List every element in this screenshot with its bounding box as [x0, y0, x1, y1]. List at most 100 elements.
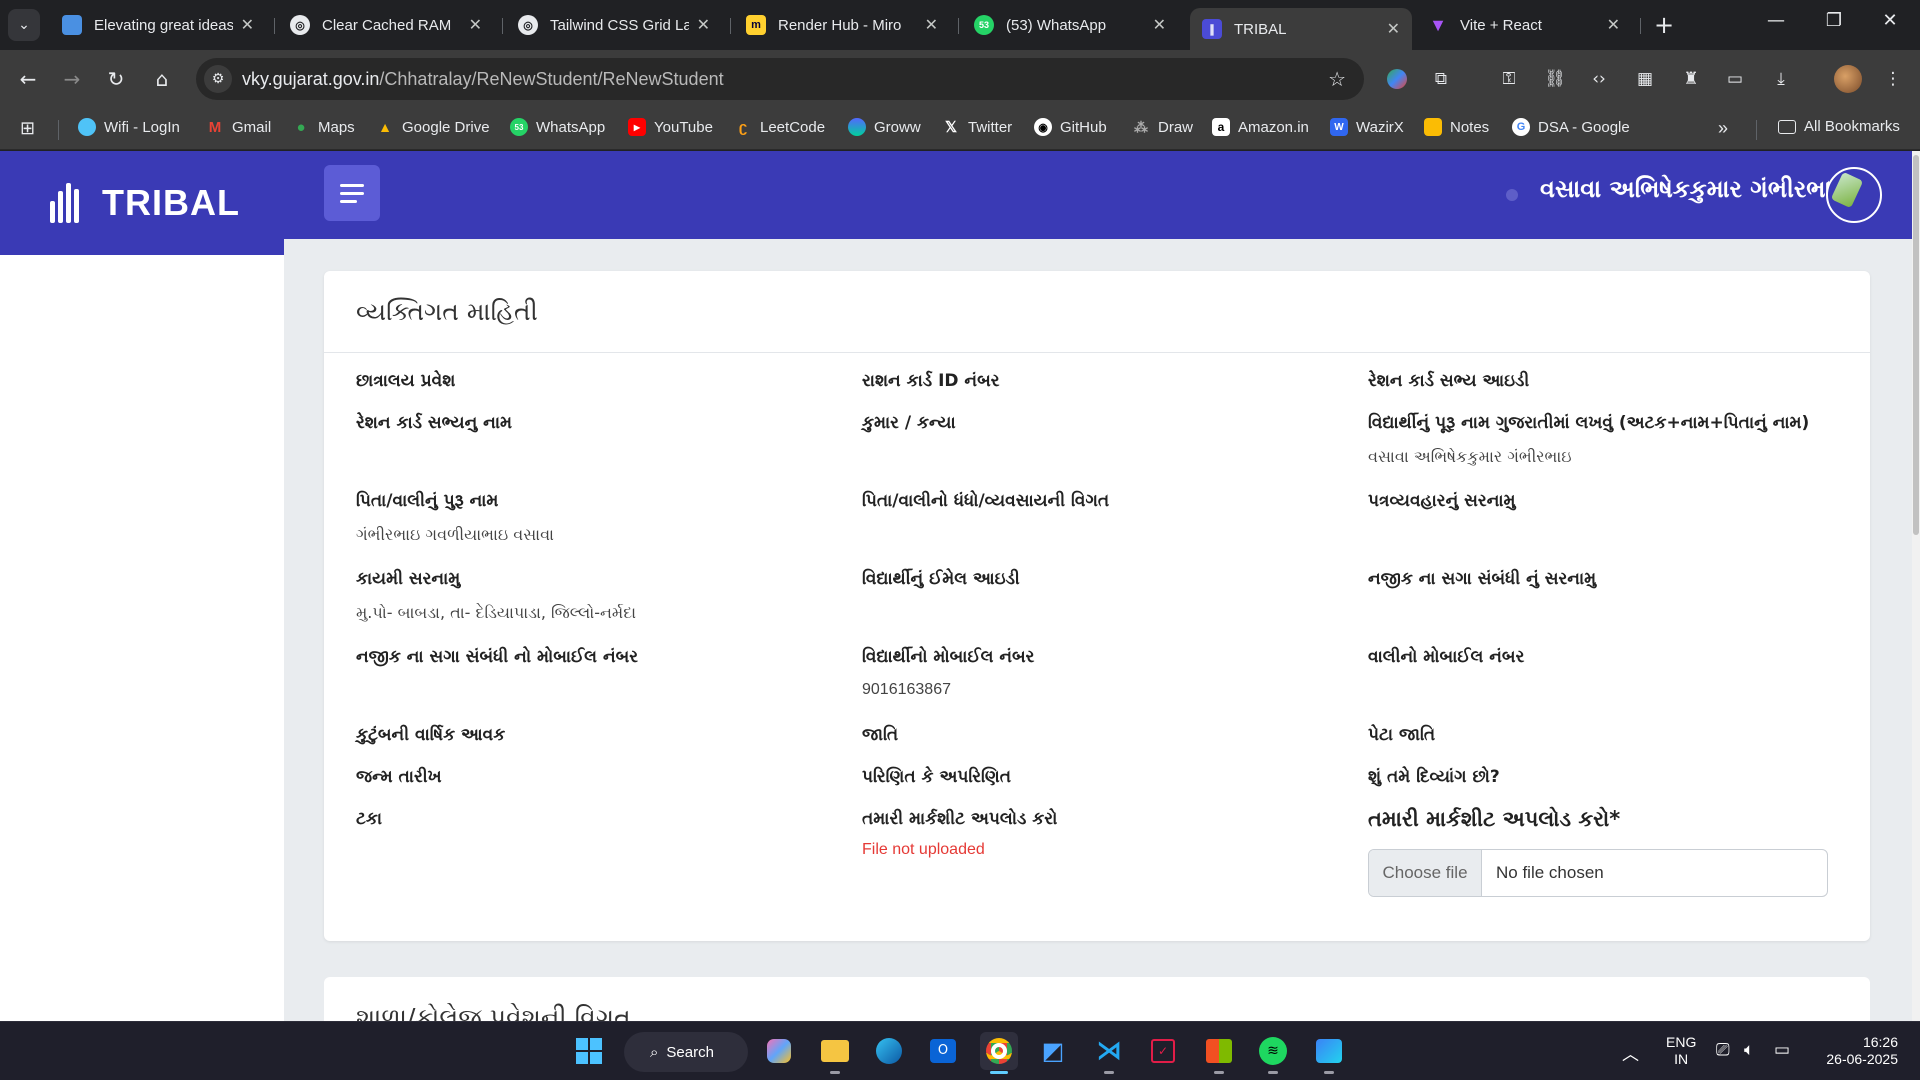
bookmark-divider [1756, 120, 1757, 140]
bookmark-twitter[interactable]: 𝕏 Twitter [942, 118, 1012, 137]
download-icon[interactable]: ⤓ [1768, 66, 1794, 92]
profile-avatar[interactable] [1834, 65, 1862, 93]
home-icon[interactable]: ⌂ [146, 63, 178, 95]
groww-icon [848, 118, 866, 136]
tab-vite-react[interactable]: ▼ Vite + React ✕ [1416, 8, 1632, 42]
tray-chevron-up-icon[interactable]: ︿ [1622, 1040, 1639, 1065]
bookmark-gmail[interactable]: M Gmail [206, 118, 271, 136]
qr-grid-icon[interactable]: ▦ [1632, 66, 1658, 92]
user-avatar[interactable] [1826, 167, 1882, 223]
address-bar[interactable]: ⚙ vky.gujarat.gov.in/Chhatralay/ReNewStu… [196, 58, 1364, 100]
choose-file-button[interactable]: Choose file [1369, 850, 1482, 896]
forward-arrow-icon[interactable]: → [56, 63, 88, 95]
brand-area[interactable]: TRIBAL [0, 151, 284, 255]
tab-clear-cached-ram[interactable]: ◎ Clear Cached RAM ✕ [278, 8, 494, 42]
cloud-icon [78, 118, 96, 136]
tab-render-hub-miro[interactable]: m Render Hub - Miro ✕ [734, 8, 950, 42]
page-scrollbar[interactable] [1912, 151, 1920, 1021]
restore-icon[interactable]: ❐ [1814, 10, 1854, 31]
card-payment-icon[interactable]: ▭ [1722, 66, 1748, 92]
field-value: ગંભીરભાઇ ગવળીયાભાઇ વસાવા [356, 525, 554, 544]
bookmark-wifi-login[interactable]: Wifi - LogIn [78, 118, 180, 136]
tab-divider [274, 18, 275, 34]
all-bookmarks[interactable]: All Bookmarks [1778, 118, 1900, 135]
framer-icon[interactable]: ◩ [1034, 1032, 1072, 1070]
edge-icon[interactable] [870, 1032, 908, 1070]
close-icon[interactable]: ✕ [925, 15, 938, 35]
code-icon[interactable]: ‹› [1586, 66, 1612, 92]
close-icon[interactable]: ✕ [697, 15, 710, 35]
user-name[interactable]: વસાવા અભિષેકકુમાર ગંભીરભાઇ [1540, 175, 1847, 203]
field-guardian-mobile: વાલીનો મોબાઈલ નંબર [1368, 647, 1524, 667]
bookmark-label: DSA - Google [1538, 118, 1630, 136]
bookmark-github[interactable]: ◉ GitHub [1034, 118, 1107, 136]
bookmark-youtube[interactable]: ▶ YouTube [628, 118, 713, 136]
close-icon[interactable]: ✕ [241, 15, 254, 35]
close-icon[interactable]: ✕ [1153, 15, 1166, 35]
x-twitter-icon: 𝕏 [944, 119, 958, 136]
bookmark-maps[interactable]: ● Maps [292, 118, 355, 136]
bookmark-groww[interactable]: Groww [848, 118, 921, 136]
tab-label: (53) WhatsApp [1006, 16, 1107, 34]
more-bookmarks-chevron-icon[interactable]: » [1718, 118, 1728, 139]
bookmark-draw[interactable]: ⁂ Draw [1132, 118, 1193, 136]
tab-elevating-great-ideas[interactable]: Elevating great ideas ✕ [50, 8, 266, 42]
extension-globe-icon[interactable] [1384, 66, 1410, 92]
tab-tribal[interactable]: ∥ TRIBAL ✕ [1190, 8, 1412, 50]
window-close-icon[interactable]: ✕ [1870, 10, 1910, 31]
bookmark-whatsapp[interactable]: 53 WhatsApp [510, 118, 605, 136]
bookmark-wazirx[interactable]: W WazirX [1330, 118, 1404, 136]
reload-icon[interactable]: ↻ [100, 63, 132, 95]
battery-icon[interactable]: ▭ [1774, 1040, 1790, 1060]
outlook-icon[interactable]: O [924, 1032, 962, 1070]
photos-icon[interactable] [1310, 1032, 1348, 1074]
password-key-icon[interactable]: ⚿ [1496, 66, 1522, 92]
back-arrow-icon[interactable]: ← [12, 63, 44, 95]
copilot-icon[interactable] [760, 1032, 798, 1070]
new-tab-plus-icon[interactable]: + [1650, 11, 1678, 39]
apps-grid-icon[interactable]: ⊞ [20, 118, 35, 139]
marksheet-file-input[interactable]: Choose file No file chosen [1368, 849, 1828, 897]
microsoft-store-icon[interactable] [1200, 1032, 1238, 1074]
file-explorer-icon[interactable] [816, 1032, 854, 1074]
tab-tailwind-css-grid[interactable]: ◎ Tailwind CSS Grid Lay ✕ [506, 8, 722, 42]
bookmark-notes[interactable]: Notes [1424, 118, 1489, 136]
chrome-icon[interactable] [980, 1032, 1018, 1074]
tab-search-chevron-icon[interactable]: ⌄ [8, 9, 40, 41]
network-icon[interactable]: ⎚ [1716, 1040, 1730, 1060]
more-menu-icon[interactable]: ⋮ [1880, 66, 1906, 92]
url-text[interactable]: vky.gujarat.gov.in/Chhatralay/ReNewStude… [242, 69, 724, 90]
spotify-icon[interactable]: ≋ [1254, 1032, 1292, 1074]
extensions-puzzle-icon[interactable]: ⧉ [1428, 66, 1454, 92]
bookmark-google-drive[interactable]: ▲ Google Drive [376, 118, 489, 136]
folder-icon [1778, 119, 1796, 134]
menu-toggle-button[interactable] [324, 165, 380, 221]
bookmark-dsa-google[interactable]: G DSA - Google [1512, 118, 1630, 136]
language-indicator[interactable]: ENG IN [1666, 1034, 1696, 1068]
close-icon[interactable]: ✕ [1387, 19, 1400, 39]
close-icon[interactable]: ✕ [469, 15, 482, 35]
incognito-icon[interactable]: ♜ [1678, 66, 1704, 92]
field-label: છાત્રાલય પ્રવેશ [356, 371, 456, 391]
close-icon[interactable]: ✕ [1607, 15, 1620, 35]
field-label: પિતા/વાલીનો ધંધો/વ્યવસાયની વિગત [862, 491, 1110, 511]
link-icon[interactable]: ⛓ [1542, 66, 1568, 92]
site-info-icon[interactable]: ⚙ [204, 65, 232, 93]
minimize-icon[interactable]: — [1756, 10, 1796, 31]
windows-start-icon[interactable] [570, 1032, 608, 1070]
taskbar-search[interactable]: ⌕ Search [624, 1032, 748, 1072]
vscode-icon[interactable]: ⋊ [1090, 1032, 1128, 1074]
volume-icon[interactable]: 🔈︎ [1744, 1040, 1754, 1060]
tab-whatsapp[interactable]: 53 (53) WhatsApp ✕ [962, 8, 1178, 42]
wazirx-icon: W [1330, 118, 1348, 136]
tab-label: Clear Cached RAM [322, 16, 452, 34]
bookmark-label: Maps [318, 118, 355, 136]
clock[interactable]: 16:26 26-06-2025 [1812, 1034, 1898, 1068]
scrollbar-thumb[interactable] [1913, 155, 1919, 535]
bookmark-amazon[interactable]: a Amazon.in [1212, 118, 1309, 136]
video-editor-icon[interactable]: ✓ [1144, 1032, 1182, 1070]
notes-icon [1424, 118, 1442, 136]
bookmark-leetcode[interactable]: ʗ LeetCode [734, 118, 825, 136]
whatsapp-icon: 53 [974, 15, 994, 35]
bookmark-star-icon[interactable]: ☆ [1328, 67, 1346, 91]
